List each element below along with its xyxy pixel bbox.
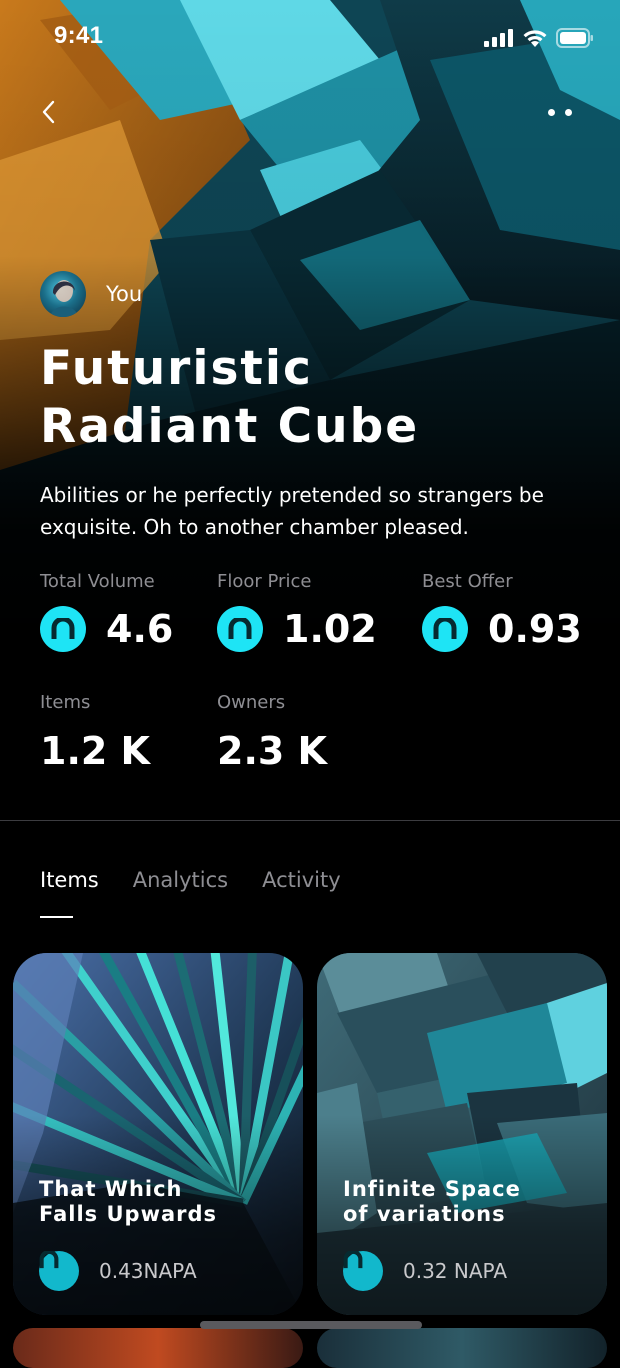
stat-value: 1.02 [283, 607, 377, 651]
napa-coin-icon [40, 606, 86, 652]
stat-total-volume: Total Volume 4.6 [40, 571, 173, 652]
avatar-portrait-icon [50, 280, 78, 317]
nft-card-peek[interactable] [317, 1328, 607, 1368]
napa-coin-icon [217, 606, 263, 652]
card-title-line-2: Falls Upwards [39, 1202, 218, 1226]
status-time: 9:41 [54, 22, 104, 49]
card-price: 0.43NAPA [99, 1259, 197, 1283]
card-price: 0.32 NAPA [403, 1259, 507, 1283]
collection-tabs: Items Analytics Activity [40, 868, 375, 918]
stat-value: 0.93 [488, 607, 582, 651]
stat-label: Floor Price [217, 571, 312, 592]
section-divider [0, 820, 620, 821]
card-price-row: 0.32 NAPA [343, 1251, 507, 1291]
status-icons [484, 28, 594, 48]
battery-icon [556, 28, 593, 48]
stat-owners: Owners 2.3 K [217, 692, 327, 773]
tab-activity[interactable]: Activity [262, 868, 341, 892]
title-line-1: Futuristic [40, 341, 313, 396]
stat-value: 1.2 K [40, 729, 150, 773]
back-button[interactable] [30, 94, 66, 130]
collection-title: Futuristic Radiant Cube [40, 340, 600, 456]
signal-icon [484, 29, 513, 47]
more-dot [548, 108, 555, 116]
home-indicator[interactable] [200, 1321, 422, 1329]
owner-name: You [106, 282, 143, 306]
napa-coin-icon [422, 606, 468, 652]
card-price-row: 0.43NAPA [39, 1251, 197, 1291]
tab-items[interactable]: Items [40, 868, 99, 918]
avatar [40, 271, 86, 317]
stat-label: Best Offer [422, 571, 513, 592]
chevron-left-icon [42, 100, 55, 124]
stat-label: Items [40, 692, 91, 713]
owner-row[interactable]: You [40, 271, 142, 317]
nft-card[interactable]: Infinite Space of variations 0.32 NAPA [317, 953, 607, 1315]
hero-artwork [0, 0, 620, 640]
napa-coin-icon [343, 1251, 383, 1291]
stat-value: 4.6 [106, 607, 174, 651]
status-bar: 9:41 [0, 0, 620, 76]
more-dot [565, 108, 572, 116]
collection-description: Abilities or he perfectly pretended so s… [40, 483, 544, 539]
card-title: That Which Falls Upwards [39, 1177, 289, 1227]
stat-label: Owners [217, 692, 286, 713]
more-dots-icon[interactable] [538, 96, 582, 128]
nft-card-peek[interactable] [13, 1328, 303, 1368]
stat-floor-price: Floor Price 1.02 [217, 571, 377, 652]
card-title: Infinite Space of variations [343, 1177, 593, 1227]
stat-label: Total Volume [40, 571, 155, 592]
title-line-2: Radiant Cube [40, 399, 420, 454]
stat-value: 2.3 K [217, 729, 327, 773]
wifi-icon [523, 29, 547, 47]
hero-fade-overlay [0, 0, 620, 640]
card-title-line-1: That Which [39, 1177, 183, 1201]
napa-coin-icon [39, 1251, 79, 1291]
tab-analytics[interactable]: Analytics [133, 868, 228, 892]
stat-best-offer: Best Offer 0.93 [422, 571, 582, 652]
stat-items: Items 1.2 K [40, 692, 150, 773]
card-title-line-2: of variations [343, 1202, 506, 1226]
nft-card[interactable]: That Which Falls Upwards 0.43NAPA [13, 953, 303, 1315]
card-title-line-1: Infinite Space [343, 1177, 521, 1201]
